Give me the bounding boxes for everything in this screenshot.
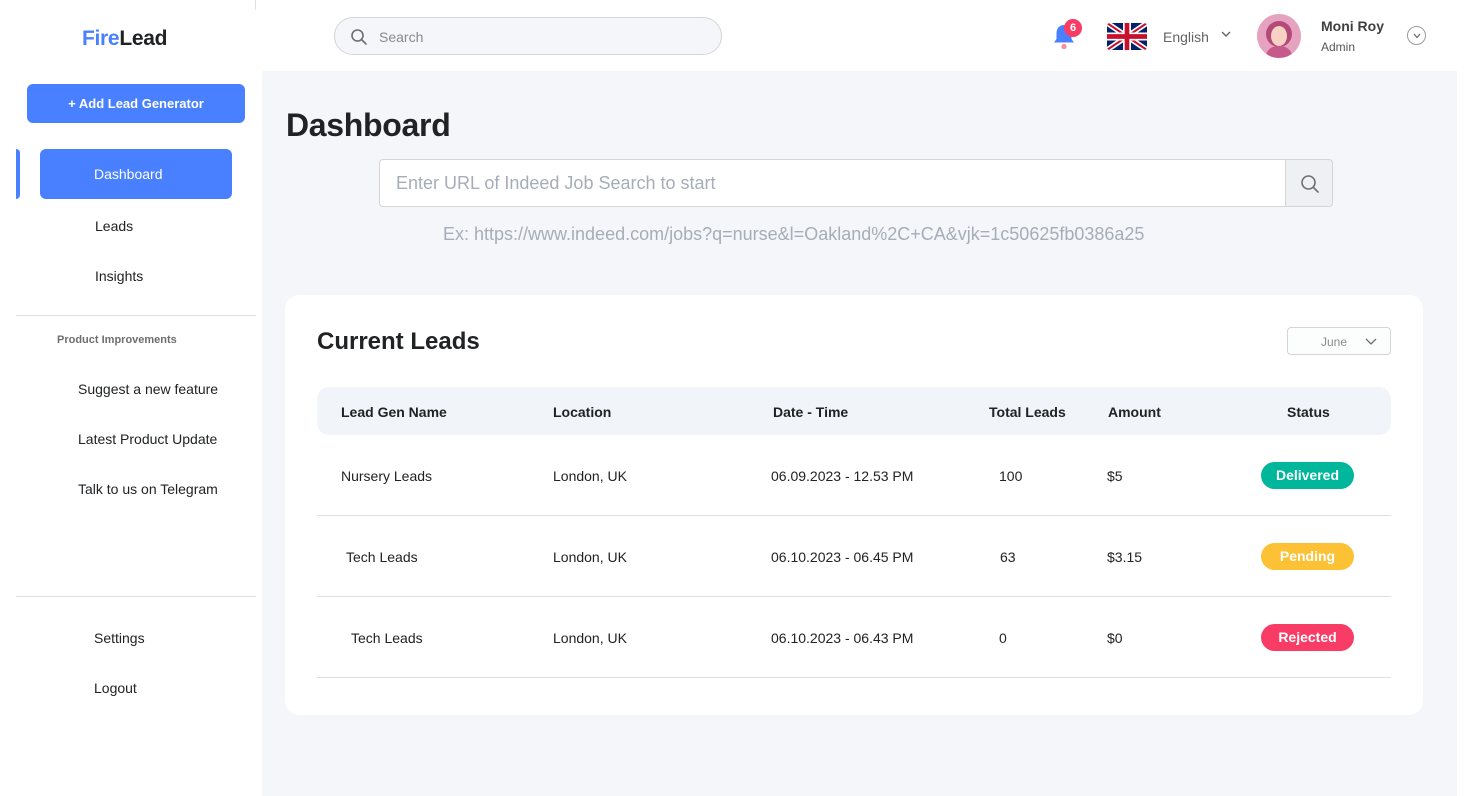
sidebar-item-product-update[interactable]: Latest Product Update [78, 431, 217, 447]
lead-total: 63 [1000, 549, 1016, 565]
sidebar-item-logout[interactable]: Logout [94, 680, 137, 696]
chevron-down-icon[interactable] [1221, 30, 1231, 38]
column-header: Status [1287, 404, 1330, 420]
table-header: Lead Gen Name Location Date - Time Total… [317, 387, 1391, 435]
lead-name: Tech Leads [346, 549, 418, 565]
section-title: Product Improvements [57, 334, 177, 346]
column-header: Lead Gen Name [341, 404, 447, 420]
top-bar: FireLead Search 6 English Moni Roy Admin [0, 0, 1457, 71]
table-row[interactable]: Tech Leads London, UK 06.10.2023 - 06.43… [317, 597, 1391, 678]
search-input[interactable]: Search [334, 17, 722, 55]
lead-location: London, UK [553, 549, 627, 565]
logo[interactable]: FireLead [82, 27, 167, 51]
url-input[interactable]: Enter URL of Indeed Job Search to start [379, 159, 1286, 207]
lead-amount: $5 [1107, 468, 1123, 484]
lead-datetime: 06.10.2023 - 06.43 PM [771, 630, 914, 646]
sidebar: + Add Lead Generator Dashboard Leads Ins… [0, 71, 262, 796]
sidebar-item-settings[interactable]: Settings [94, 630, 145, 646]
card-title: Current Leads [317, 328, 480, 355]
lead-total: 0 [999, 630, 1007, 646]
url-example: Ex: https://www.indeed.com/jobs?q=nurse&… [443, 224, 1145, 244]
user-name: Moni Roy [1321, 18, 1384, 34]
month-value: June [1321, 335, 1348, 349]
status-badge: Rejected [1261, 624, 1354, 651]
status-badge: Delivered [1261, 462, 1354, 489]
search-icon [351, 29, 367, 45]
sidebar-divider [16, 596, 256, 597]
lead-amount: $3.15 [1107, 549, 1143, 565]
notification-badge: 6 [1064, 19, 1082, 37]
lead-name: Nursery Leads [341, 468, 433, 484]
sidebar-divider [16, 315, 256, 316]
user-role: Admin [1321, 40, 1356, 54]
column-header: Date - Time [773, 404, 849, 420]
add-lead-generator-button[interactable]: + Add Lead Generator [27, 84, 245, 123]
lead-name: Tech Leads [351, 630, 423, 646]
lead-datetime: 06.10.2023 - 06.45 PM [771, 549, 914, 565]
column-header: Total Leads [989, 404, 1066, 420]
lead-location: London, UK [553, 468, 627, 484]
sidebar-item-suggest-feature[interactable]: Suggest a new feature [78, 381, 218, 397]
active-indicator [16, 149, 20, 199]
logo-fire: Fire [82, 27, 120, 50]
url-search-button[interactable] [1285, 159, 1333, 207]
sidebar-item-insights[interactable]: Insights [95, 268, 143, 284]
column-header: Amount [1108, 404, 1161, 420]
page-title: Dashboard [286, 107, 451, 143]
table-row[interactable]: Tech Leads London, UK 06.10.2023 - 06.45… [317, 516, 1391, 597]
search-placeholder: Search [379, 29, 424, 45]
main-content: Dashboard Enter URL of Indeed Job Search… [262, 71, 1457, 796]
search-icon [1301, 175, 1319, 193]
user-menu-button[interactable] [1407, 26, 1426, 45]
status-badge: Pending [1261, 543, 1354, 570]
uk-flag-icon[interactable] [1107, 23, 1147, 50]
table-row[interactable]: Nursery Leads London, UK 06.09.2023 - 12… [317, 435, 1391, 516]
avatar[interactable] [1257, 14, 1301, 58]
current-leads-card: Current Leads June Lead Gen Name Locatio… [285, 295, 1423, 715]
sidebar-item-dashboard[interactable]: Dashboard [40, 149, 232, 199]
month-select[interactable]: June [1287, 327, 1391, 355]
logo-lead: Lead [119, 27, 168, 50]
chevron-down-icon [1365, 338, 1377, 345]
column-header: Location [553, 404, 612, 420]
sidebar-item-leads[interactable]: Leads [95, 218, 133, 234]
lead-total: 100 [999, 468, 1023, 484]
lead-datetime: 06.09.2023 - 12.53 PM [771, 468, 914, 484]
top-divider [255, 0, 256, 10]
chevron-down-icon [1413, 33, 1421, 39]
sidebar-item-telegram[interactable]: Talk to us on Telegram [78, 481, 218, 497]
lead-location: London, UK [553, 630, 627, 646]
lead-amount: $0 [1107, 630, 1123, 646]
language-selector[interactable]: English [1163, 29, 1209, 45]
